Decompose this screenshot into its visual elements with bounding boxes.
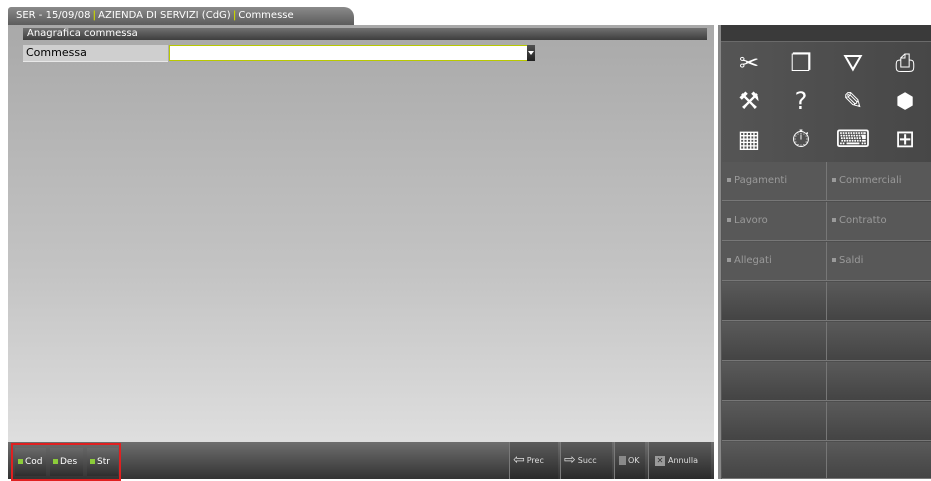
commerciali-label: Commerciali [839, 175, 902, 186]
des-button[interactable]: Des [50, 448, 83, 476]
tab-module: Commesse [238, 10, 294, 21]
section-title: Anagrafica commessa [23, 28, 707, 40]
empty-slot [722, 322, 827, 361]
ok-icon [619, 456, 626, 465]
contratto-label: Contratto [839, 215, 887, 226]
window-tab[interactable]: SER - 15/09/08 | AZIENDA DI SERVIZI (CdG) |… [8, 7, 354, 25]
saldi-label: Saldi [839, 255, 864, 266]
green-dot-icon [53, 459, 58, 464]
printer-icon[interactable]: ⎙ [880, 45, 930, 81]
empty-slot [722, 362, 827, 401]
allegati-button[interactable]: Allegati [722, 242, 827, 281]
empty-slot [827, 322, 931, 361]
function-keys-group: Cod Des Str [11, 443, 121, 481]
empty-slot [722, 402, 827, 441]
lavoro-button[interactable]: Lavoro [722, 202, 827, 241]
pagamenti-button[interactable]: Pagamenti [722, 162, 827, 201]
empty-slot [827, 362, 931, 401]
cancel-icon: ✕ [655, 455, 665, 466]
bullet-icon [832, 218, 836, 222]
commessa-input[interactable] [169, 45, 531, 61]
cod-label: Cod [25, 457, 43, 467]
commessa-label: Commessa [23, 45, 168, 62]
tab-separator: | [92, 10, 97, 21]
str-label: Str [97, 457, 110, 467]
allegati-label: Allegati [734, 255, 772, 266]
funnel-icon[interactable]: ⛛ [828, 45, 878, 81]
right-panel-header [718, 25, 931, 42]
des-label: Des [60, 457, 78, 467]
bullet-icon [727, 218, 731, 222]
saldi-button[interactable]: Saldi [827, 242, 931, 281]
scissors-icon[interactable]: ✂ [724, 45, 774, 81]
tab-company-name: AZIENDA DI SERVIZI (CdG) [98, 10, 231, 21]
next-button[interactable]: ⇨ Succ [560, 442, 612, 479]
bullet-icon [727, 178, 731, 182]
lavoro-label: Lavoro [734, 215, 768, 226]
prev-arrow-icon: ⇦ [513, 452, 525, 468]
prev-button[interactable]: ⇦ Prec [509, 442, 558, 479]
bullet-icon [832, 258, 836, 262]
str-button[interactable]: Str [87, 448, 118, 476]
commessa-dropdown-button[interactable] [527, 45, 535, 61]
prev-label: Prec [526, 456, 544, 465]
green-dot-icon [18, 459, 23, 464]
empty-slot [722, 442, 827, 479]
cancel-button[interactable]: ✕ Annulla [648, 442, 711, 479]
numpad-icon[interactable]: ⊞ [880, 121, 930, 157]
empty-slot [827, 442, 931, 479]
ok-button[interactable]: OK [614, 442, 645, 479]
ok-label: OK [628, 456, 640, 465]
next-arrow-icon: ⇨ [564, 452, 576, 468]
cod-button[interactable]: Cod [15, 448, 46, 476]
panel-divider [718, 25, 721, 479]
contratto-button[interactable]: Contratto [827, 202, 931, 241]
wrench-icon[interactable]: ⚒ [724, 83, 774, 119]
bullet-icon [832, 178, 836, 182]
bullet-icon [727, 258, 731, 262]
commerciali-button[interactable]: Commerciali [827, 162, 931, 201]
empty-slot [722, 282, 827, 321]
tab-separator: | [232, 10, 237, 21]
commessa-row: Commessa [23, 45, 535, 62]
green-dot-icon [90, 459, 95, 464]
tab-company-date: SER - 15/09/08 [16, 10, 91, 21]
f-key-icon[interactable]: ⬢ [880, 83, 930, 119]
book-icon[interactable]: ✎ [828, 83, 878, 119]
main-area: Anagrafica commessa Commessa [8, 25, 714, 479]
tab-bar: SER - 15/09/08 | AZIENDA DI SERVIZI (CdG) |… [0, 0, 931, 25]
stopwatch-icon[interactable]: ⏱ [776, 121, 826, 157]
cancel-label: Annulla [668, 456, 699, 465]
empty-slot [827, 402, 931, 441]
next-label: Succ [577, 456, 597, 465]
question-icon[interactable]: ? [776, 83, 826, 119]
copy-icon[interactable]: ❐ [776, 45, 826, 81]
calculator-icon[interactable]: ▦ [724, 121, 774, 157]
keyboard-icon[interactable]: ⌨ [828, 121, 878, 157]
right-panel: ✂ ❐ ⛛ ⎙ ⚒ ? ✎ ⬢ ▦ ⏱ ⌨ ⊞ Pagamenti Commer… [718, 25, 931, 479]
pagamenti-label: Pagamenti [734, 175, 788, 186]
bottom-toolbar: Cod Des Str ⇦ Prec ⇨ Succ OK ✕ Annulla [8, 442, 714, 481]
empty-slot [827, 282, 931, 321]
